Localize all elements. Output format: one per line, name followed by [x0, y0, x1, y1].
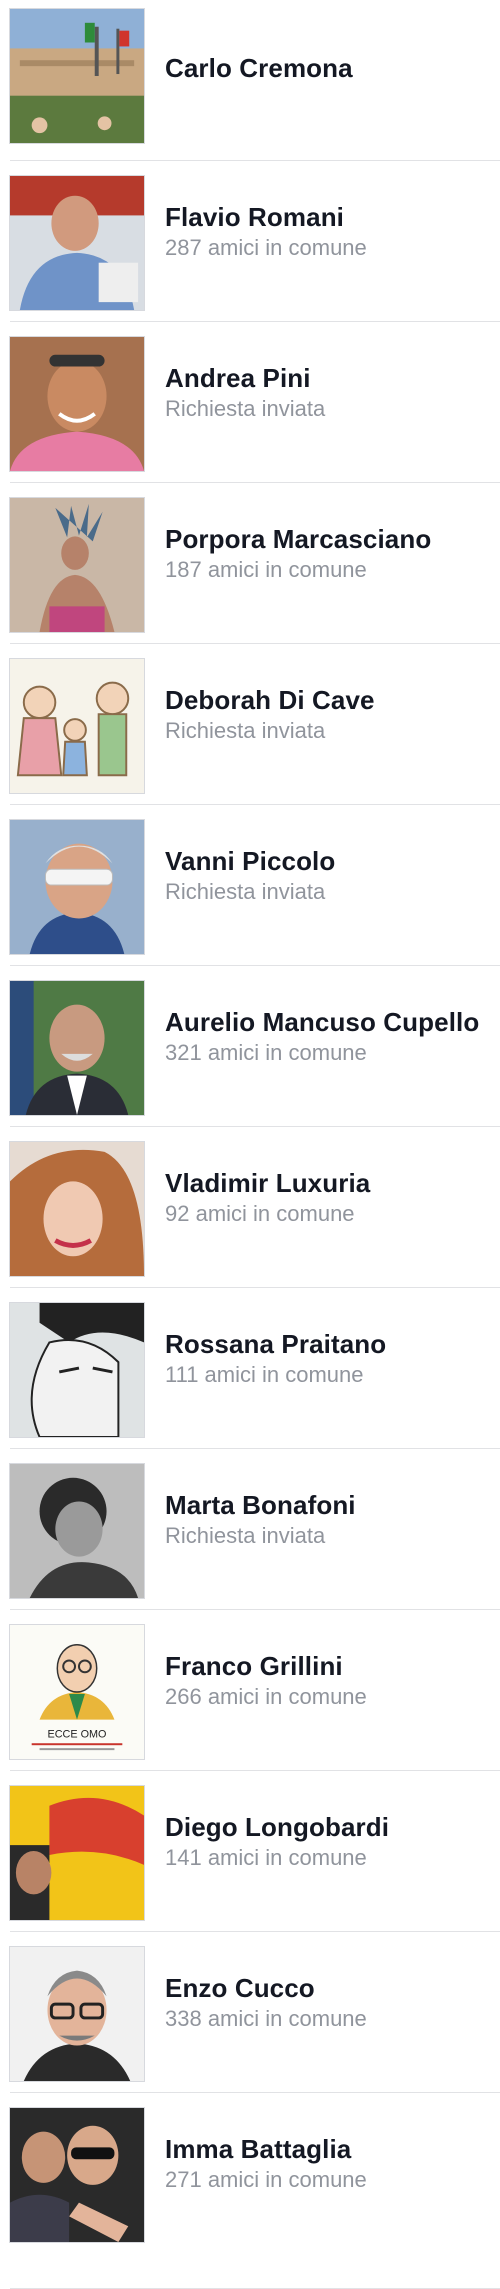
avatar-image	[10, 176, 144, 310]
avatar[interactable]	[9, 1946, 145, 2082]
avatar-image	[10, 1786, 144, 1920]
person-name[interactable]: Andrea Pini	[165, 362, 496, 394]
person-name[interactable]: Rossana Praitano	[165, 1328, 496, 1360]
friend-list: Carlo Cremona Flavio Romani 287 amici in…	[0, 0, 500, 2289]
mutual-friends-count: 266 amici in comune	[165, 1684, 367, 1709]
request-status: Richiesta inviata	[165, 1523, 326, 1548]
person-name[interactable]: Enzo Cucco	[165, 1972, 496, 2004]
list-item[interactable]: Deborah Di Cave Richiesta inviata	[0, 644, 500, 805]
mutual-friends-count: 92 amici in comune	[165, 1201, 355, 1226]
list-item[interactable]: Andrea Pini Richiesta inviata	[0, 322, 500, 483]
mutual-friends-count: 111 amici in comune	[165, 1362, 364, 1387]
person-name[interactable]: Franco Grillini	[165, 1650, 496, 1682]
person-name[interactable]: Marta Bonafoni	[165, 1489, 496, 1521]
mutual-friends-count: 187 amici in comune	[165, 557, 367, 582]
list-item[interactable]: Enzo Cucco 338 amici in comune	[0, 1932, 500, 2093]
list-item[interactable]: Vladimir Luxuria 92 amici in comune	[0, 1127, 500, 1288]
avatar-image	[10, 1142, 144, 1276]
avatar-image	[10, 1464, 144, 1598]
avatar-image	[10, 820, 144, 954]
list-item[interactable]: Diego Longobardi 141 amici in comune	[0, 1771, 500, 1932]
avatar-image	[10, 9, 144, 143]
avatar[interactable]	[9, 2107, 145, 2243]
mutual-friends-count: 287 amici in comune	[165, 235, 367, 260]
person-name[interactable]: Imma Battaglia	[165, 2133, 496, 2165]
avatar[interactable]	[9, 819, 145, 955]
avatar[interactable]	[9, 1785, 145, 1921]
list-item[interactable]: Rossana Praitano 111 amici in comune	[0, 1288, 500, 1449]
avatar[interactable]	[9, 1141, 145, 1277]
avatar-image	[10, 1947, 144, 2081]
list-item[interactable]: Aurelio Mancuso Cupello 321 amici in com…	[0, 966, 500, 1127]
person-name[interactable]: Diego Longobardi	[165, 1811, 496, 1843]
avatar-image	[10, 2108, 144, 2242]
request-status: Richiesta inviata	[165, 879, 326, 904]
person-name[interactable]: Flavio Romani	[165, 201, 496, 233]
person-name[interactable]: Deborah Di Cave	[165, 684, 496, 716]
list-item[interactable]: Flavio Romani 287 amici in comune	[0, 161, 500, 322]
request-status: Richiesta inviata	[165, 718, 326, 743]
list-item[interactable]: ECCE OMO Franco Grillini 266 amici in co…	[0, 1610, 500, 1771]
avatar-image	[10, 981, 144, 1115]
avatar[interactable]: ECCE OMO	[9, 1624, 145, 1760]
avatar[interactable]	[9, 980, 145, 1116]
person-name[interactable]: Porpora Marcasciano	[165, 523, 496, 555]
avatar-image	[10, 1303, 144, 1437]
list-item[interactable]: Marta Bonafoni Richiesta inviata	[0, 1449, 500, 1610]
avatar[interactable]	[9, 1463, 145, 1599]
list-item[interactable]: Carlo Cremona	[0, 0, 500, 161]
person-name[interactable]: Vanni Piccolo	[165, 845, 496, 877]
mutual-friends-count: 141 amici in comune	[165, 1845, 367, 1870]
person-name[interactable]: Carlo Cremona	[165, 52, 496, 84]
person-name[interactable]: Vladimir Luxuria	[165, 1167, 496, 1199]
avatar[interactable]	[9, 497, 145, 633]
mutual-friends-count: 338 amici in comune	[165, 2006, 367, 2031]
avatar[interactable]	[9, 8, 145, 144]
mutual-friends-count: 321 amici in comune	[165, 1040, 367, 1065]
avatar-image	[10, 498, 144, 632]
book-title: ECCE OMO	[48, 1728, 107, 1740]
mutual-friends-count: 271 amici in comune	[165, 2167, 367, 2192]
list-item[interactable]: Vanni Piccolo Richiesta inviata	[0, 805, 500, 966]
avatar-image	[10, 659, 144, 793]
request-status: Richiesta inviata	[165, 396, 326, 421]
avatar[interactable]	[9, 175, 145, 311]
avatar[interactable]	[9, 658, 145, 794]
avatar-image	[10, 337, 144, 471]
list-item[interactable]: Imma Battaglia 271 amici in comune	[0, 2093, 500, 2289]
person-name[interactable]: Aurelio Mancuso Cupello	[165, 1006, 496, 1038]
avatar[interactable]	[9, 1302, 145, 1438]
list-item[interactable]: Porpora Marcasciano 187 amici in comune	[0, 483, 500, 644]
avatar-image: ECCE OMO	[10, 1625, 144, 1759]
avatar[interactable]	[9, 336, 145, 472]
